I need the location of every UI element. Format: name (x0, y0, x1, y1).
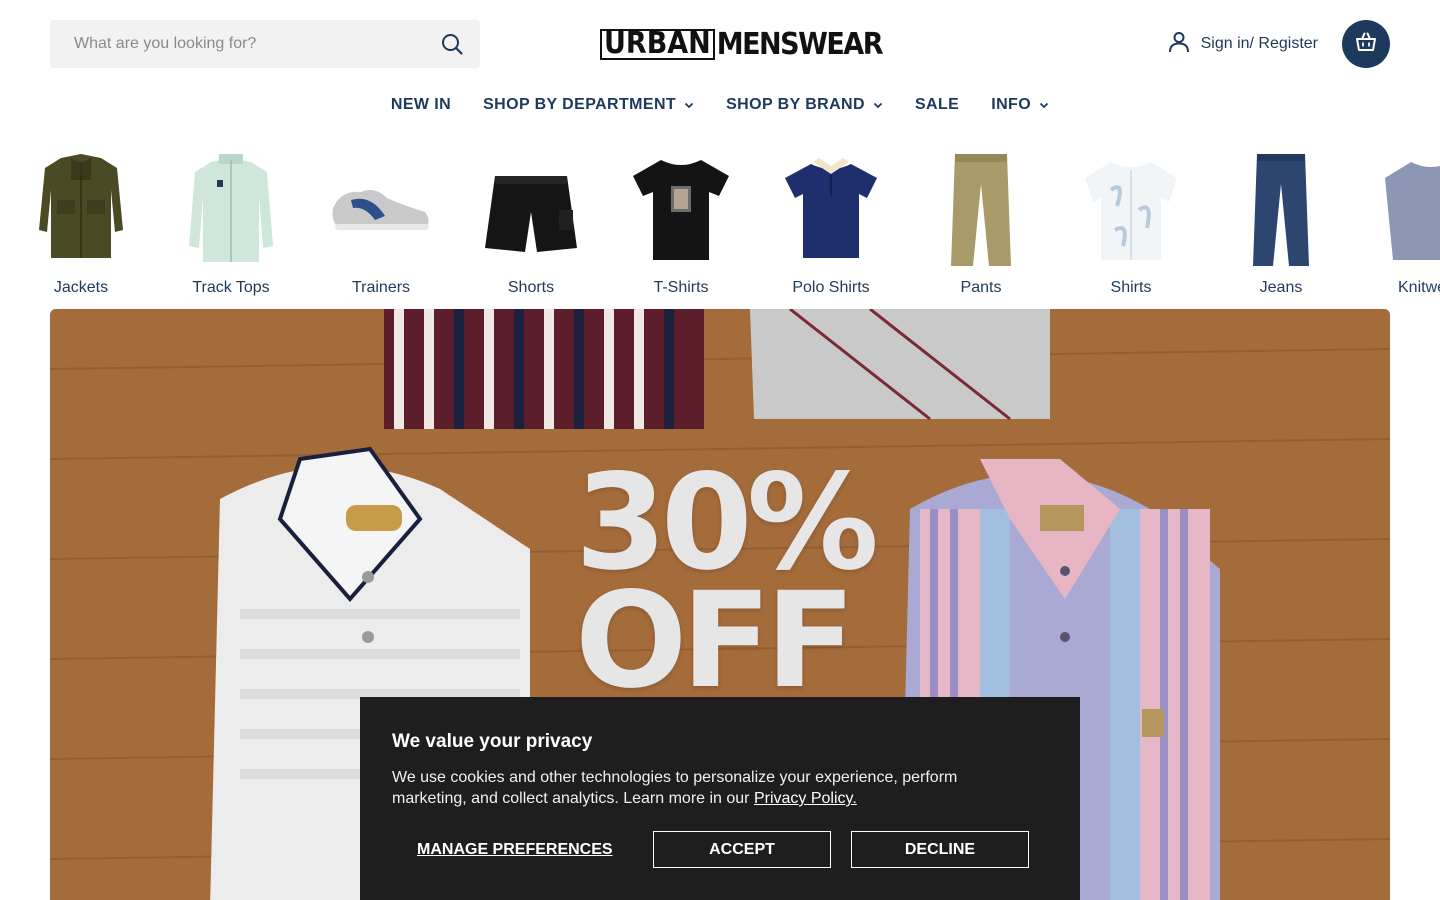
category-shirts[interactable]: Shirts (1056, 145, 1206, 305)
logo-menswear: MENSWEAR (716, 26, 884, 62)
search-bar (50, 20, 480, 68)
nav-label: SALE (914, 96, 960, 113)
cookie-body-text: We use cookies and other technologies to… (392, 769, 958, 807)
polo-image (785, 158, 877, 258)
nav-new-in[interactable]: NEW IN (391, 96, 451, 114)
site-logo[interactable]: URBAN MENSWEAR (600, 26, 884, 62)
cookie-banner: We value your privacy We use cookies and… (360, 697, 1080, 900)
cart-button[interactable] (1342, 20, 1390, 68)
jeans-image (1253, 154, 1309, 266)
category-t-shirts[interactable]: T-Shirts (606, 145, 756, 305)
shirt-image (1085, 162, 1177, 260)
chevron-down-icon (873, 102, 883, 109)
track-top-image (189, 154, 273, 262)
category-label: Jeans (1259, 279, 1303, 296)
category-jackets[interactable]: Jackets (6, 145, 156, 305)
category-trainers[interactable]: Trainers (306, 145, 456, 305)
cookie-actions: MANAGE PREFERENCES ACCEPT DECLINE (392, 831, 1048, 869)
promo-line-2: OFF (575, 564, 856, 718)
main-nav: NEW IN SHOP BY DEPARTMENT SHOP BY BRAND … (0, 88, 1440, 122)
category-label: Knitwear (1398, 279, 1440, 296)
shopping-bag-icon (1354, 30, 1378, 59)
category-jeans[interactable]: Jeans (1206, 145, 1356, 305)
tshirt-image (633, 160, 729, 260)
pants-image (951, 154, 1011, 266)
knitwear-image (1385, 162, 1440, 260)
search-input[interactable] (50, 20, 430, 68)
nav-label: SHOP BY DEPARTMENT (483, 96, 677, 113)
nav-shop-by-department[interactable]: SHOP BY DEPARTMENT (483, 96, 694, 114)
search-icon[interactable] (440, 32, 464, 56)
decline-button[interactable]: DECLINE (851, 831, 1029, 868)
category-label: Polo Shirts (792, 279, 870, 296)
user-icon (1167, 30, 1191, 59)
logo-urban: URBAN (600, 28, 715, 60)
cookie-title: We value your privacy (392, 731, 593, 752)
category-polo-shirts[interactable]: Polo Shirts (756, 145, 906, 305)
category-label: Track Tops (192, 279, 270, 296)
category-label: Trainers (351, 279, 411, 296)
category-label: Jackets (53, 279, 109, 296)
nav-label: SHOP BY BRAND (726, 96, 865, 113)
category-knitwear[interactable]: Knitwear (1356, 145, 1440, 305)
accept-button[interactable]: ACCEPT (653, 831, 831, 868)
category-carousel: Jackets Track Tops Trainers Shorts T-Shi… (0, 145, 1440, 305)
cookie-body: We use cookies and other technologies to… (392, 767, 1032, 809)
nav-sale[interactable]: SALE (915, 96, 959, 114)
shorts-image (485, 176, 577, 252)
nav-shop-by-brand[interactable]: SHOP BY BRAND (726, 96, 883, 114)
category-label: T-Shirts (653, 279, 709, 296)
category-label: Pants (960, 279, 1002, 296)
trainer-image (332, 190, 429, 230)
nav-info[interactable]: INFO (991, 96, 1049, 114)
sign-in-label: Sign in/ Register (1200, 35, 1318, 52)
site-header: URBANMENSWEAR Sign in/ Register (0, 0, 1440, 88)
category-label: Shorts (507, 279, 555, 296)
category-track-tops[interactable]: Track Tops (156, 145, 306, 305)
hero-promo-text: 30% OFF (575, 457, 879, 718)
manage-preferences-button[interactable]: MANAGE PREFERENCES (417, 841, 613, 859)
nav-label: NEW IN (390, 96, 452, 113)
privacy-policy-link[interactable]: Privacy Policy. (754, 790, 857, 807)
category-shorts[interactable]: Shorts (456, 145, 606, 305)
chevron-down-icon (1039, 102, 1049, 109)
nav-label: INFO (991, 96, 1032, 113)
jacket-image (39, 154, 123, 258)
sign-in-link[interactable]: Sign in/ Register (1167, 30, 1318, 58)
category-label: Shirts (1110, 279, 1152, 296)
chevron-down-icon (684, 102, 694, 109)
category-pants[interactable]: Pants (906, 145, 1056, 305)
